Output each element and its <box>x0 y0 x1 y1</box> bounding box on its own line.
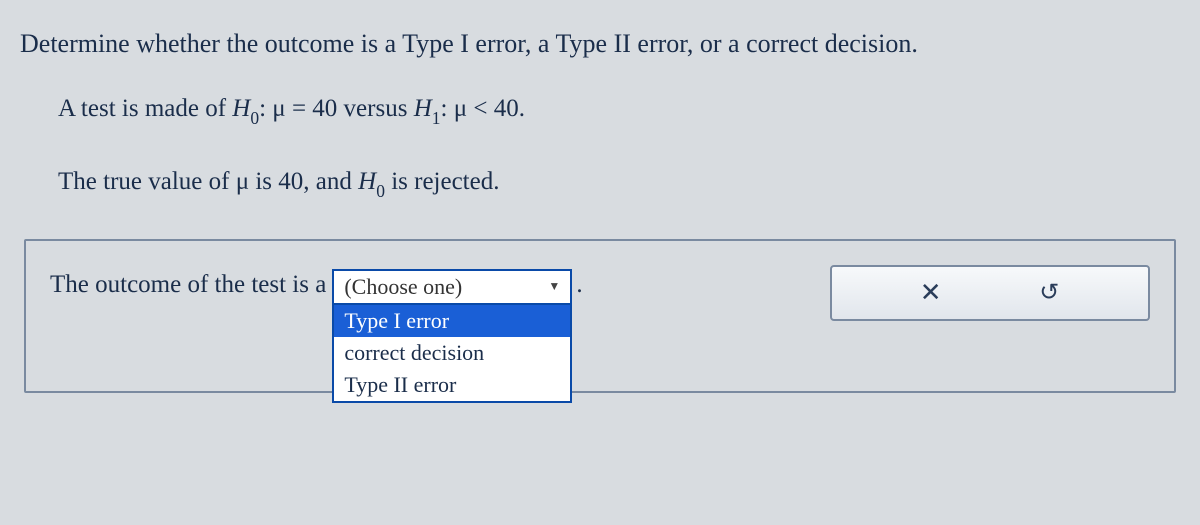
clear-button[interactable]: ✕ <box>911 275 951 311</box>
h1-symbol: H <box>414 95 432 122</box>
question-prompt: Determine whether the outcome is a Type … <box>20 28 1180 59</box>
dropdown-option[interactable]: correct decision <box>334 337 570 369</box>
chevron-down-icon: ▼ <box>548 279 560 294</box>
answer-period: . <box>576 269 582 299</box>
answer-dropdown[interactable]: (Choose one) ▼ Type I error correct deci… <box>332 269 572 305</box>
truth-line: The true value of μ is 40, and H0 is rej… <box>58 166 1180 201</box>
h0-expr: : μ = 40 <box>259 95 337 122</box>
answer-lead-text: The outcome of the test is a <box>50 269 326 299</box>
h1-expr: : μ < 40. <box>441 95 525 122</box>
versus-text: versus <box>344 95 414 122</box>
line2-pre: The true value of μ is 40, and <box>58 168 358 195</box>
undo-icon: ↺ <box>1039 278 1059 307</box>
dropdown-option[interactable]: Type I error <box>334 305 570 337</box>
h1-sub: 1 <box>432 108 441 128</box>
dropdown-list: Type I error correct decision Type II er… <box>332 305 572 403</box>
h0-symbol: H <box>232 95 250 122</box>
close-icon: ✕ <box>920 277 942 308</box>
undo-button[interactable]: ↺ <box>1029 275 1069 311</box>
line1-pre: A test is made of <box>58 95 232 122</box>
answer-box: The outcome of the test is a (Choose one… <box>24 239 1176 393</box>
line2-h0-symbol: H <box>358 168 376 195</box>
action-bar: ✕ ↺ <box>830 265 1150 321</box>
line2-h0-sub: 0 <box>376 181 385 201</box>
dropdown-placeholder: (Choose one) <box>344 274 462 300</box>
line2-post: is rejected. <box>391 168 499 195</box>
dropdown-option[interactable]: Type II error <box>334 369 570 401</box>
dropdown-display[interactable]: (Choose one) ▼ <box>332 269 572 305</box>
hypothesis-line: A test is made of H0: μ = 40 versus H1: … <box>58 93 1180 128</box>
h0-sub: 0 <box>250 108 259 128</box>
